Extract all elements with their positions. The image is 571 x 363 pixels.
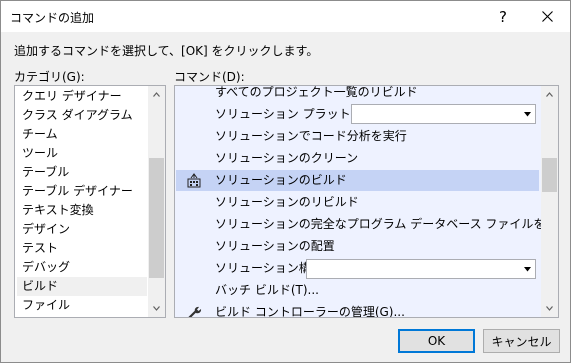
cancel-button[interactable]: キャンセル (483, 329, 560, 353)
command-item-label: すべてのプロジェクト一覧のリビルド (215, 85, 418, 99)
command-item[interactable]: すべてのプロジェクト一覧のリビルド (176, 85, 539, 103)
category-item[interactable]: チーム (17, 125, 147, 144)
chevron-up-icon (546, 92, 553, 97)
category-item-selected[interactable]: ビルド (17, 277, 147, 296)
help-button[interactable]: ? (481, 1, 525, 32)
scroll-down-button[interactable] (148, 300, 165, 317)
command-item-label: ソリューションのクリーン (215, 151, 359, 165)
category-item[interactable]: デザイン (17, 220, 147, 239)
solution-platform-combo[interactable] (351, 104, 536, 124)
window-title: コマンドの追加 (10, 11, 95, 25)
command-item-selected[interactable]: ソリューションのビルド (176, 170, 539, 191)
chevron-down-icon (153, 306, 160, 311)
title-bar: コマンドの追加 ? (1, 1, 570, 32)
scroll-down-button[interactable] (541, 300, 558, 317)
build-solution-icon (187, 173, 201, 188)
category-item[interactable]: デバッグ (17, 258, 147, 277)
category-label: カテゴリ(G): (14, 70, 85, 84)
command-item[interactable]: ソリューション プラットフォーム (176, 104, 539, 125)
command-item-label: ソリューションのビルド (215, 173, 347, 187)
ok-button[interactable]: OK (398, 329, 475, 353)
add-command-dialog: コマンドの追加 ? 追加するコマンドを選択して、[OK] をクリックします。 カ… (0, 0, 571, 363)
category-item[interactable]: ツール (17, 144, 147, 163)
command-item-label: ビルド コントローラーの管理(G)... (215, 305, 405, 318)
command-scrollbar[interactable] (541, 86, 558, 317)
command-item[interactable]: ソリューションの完全なプログラム データベース ファイルを構築する (176, 214, 558, 235)
category-listbox[interactable]: クエリ デザイナー クラス ダイアグラム チーム ツール テーブル テーブル デ… (14, 85, 166, 318)
category-item[interactable]: テーブル デザイナー (17, 182, 147, 201)
chevron-down-icon (546, 306, 553, 311)
category-item[interactable]: テスト (17, 239, 147, 258)
command-item[interactable]: ソリューション構成 (176, 258, 539, 279)
scroll-up-button[interactable] (541, 86, 558, 103)
command-listbox[interactable]: すべてのプロジェクト一覧のリビルド ソリューション プラットフォーム ソリューシ… (174, 85, 559, 318)
scroll-thumb[interactable] (542, 158, 557, 192)
command-item-label: ソリューションでコード分析を実行 (215, 129, 407, 143)
category-item[interactable]: ファイル (17, 296, 147, 315)
solution-configuration-combo[interactable] (306, 259, 536, 279)
close-button[interactable] (525, 1, 569, 32)
category-item[interactable]: クエリ デザイナー (17, 87, 147, 106)
category-scrollbar[interactable] (148, 86, 165, 317)
dropdown-arrow-icon (524, 112, 531, 117)
instruction-text: 追加するコマンドを選択して、[OK] をクリックします。 (14, 44, 319, 58)
category-item[interactable]: テーブル (17, 163, 147, 182)
scroll-thumb[interactable] (149, 158, 164, 278)
command-item[interactable]: ビルド コントローラーの管理(G)... (176, 302, 539, 318)
category-item[interactable]: テキスト変換 (17, 201, 147, 220)
dropdown-arrow-icon (524, 267, 531, 272)
category-item[interactable]: クラス ダイアグラム (17, 106, 147, 125)
close-icon (541, 11, 553, 22)
command-item[interactable]: ソリューションの配置 (176, 236, 539, 257)
command-item[interactable]: ソリューションでコード分析を実行 (176, 126, 539, 147)
command-label: コマンド(D): (174, 70, 245, 84)
command-item[interactable]: ソリューションのリビルド (176, 192, 539, 213)
chevron-up-icon (153, 92, 160, 97)
wrench-icon (188, 306, 202, 317)
command-item[interactable]: ソリューションのクリーン (176, 148, 539, 169)
command-item-label: ソリューションの完全なプログラム データベース ファイルを構築する (215, 217, 559, 231)
command-item[interactable]: バッチ ビルド(T)... (176, 280, 539, 301)
command-item-label: バッチ ビルド(T)... (215, 283, 319, 297)
command-item-label: ソリューションのリビルド (215, 195, 359, 209)
command-item-label: ソリューションの配置 (215, 239, 335, 253)
scroll-up-button[interactable] (148, 86, 165, 103)
help-icon: ? (499, 7, 507, 26)
